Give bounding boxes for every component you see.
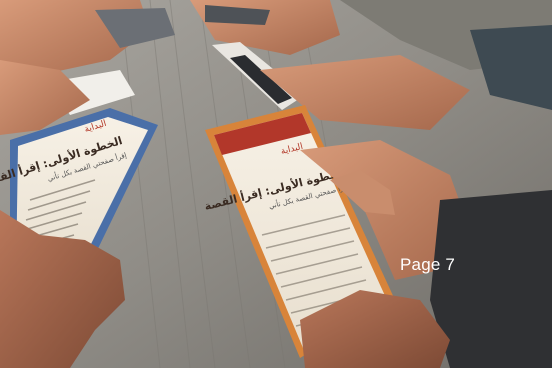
photo-frame: البداية الخطوة الأولى: إقرأ القصة إقرأ ص… — [0, 0, 552, 368]
photo-phones-reading: البداية الخطوة الأولى: إقرأ القصة إقرأ ص… — [0, 0, 552, 368]
page-label: Page 7 — [400, 255, 456, 274]
